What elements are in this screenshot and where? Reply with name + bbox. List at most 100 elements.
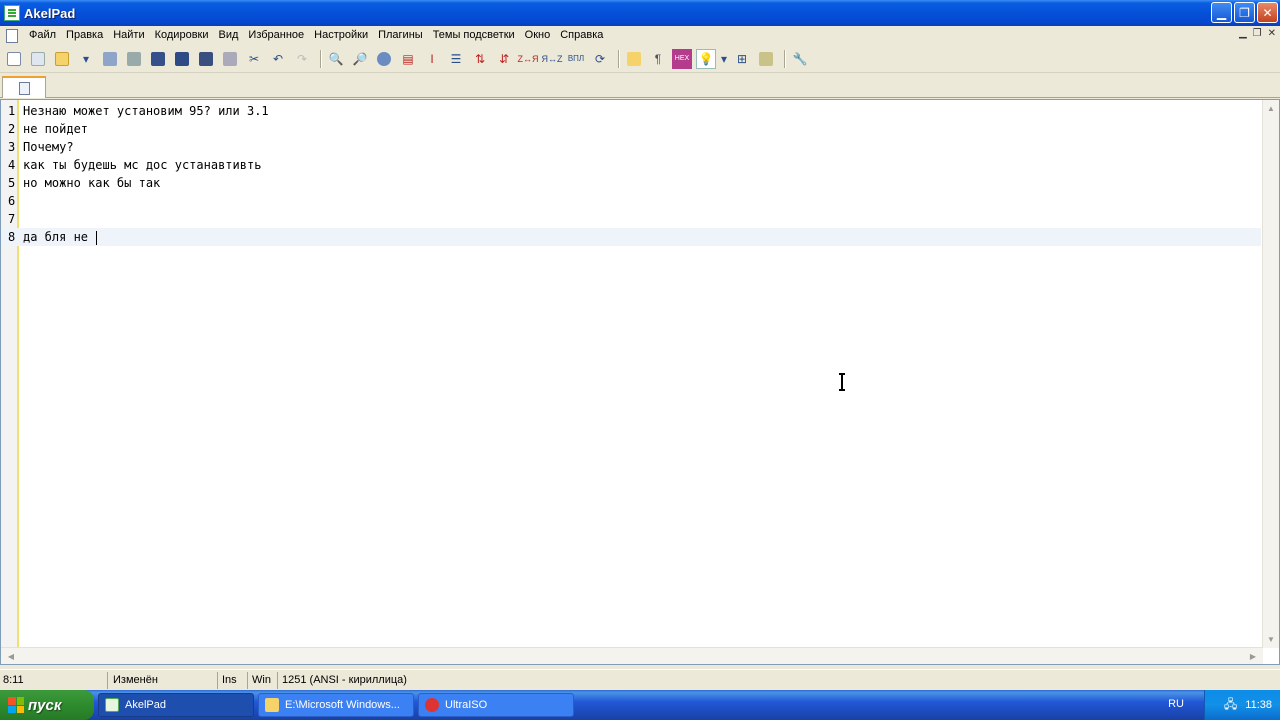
tab-document[interactable] bbox=[2, 76, 46, 98]
case-icon[interactable]: ☰ bbox=[446, 49, 466, 69]
akelpad-app-icon[interactable] bbox=[4, 5, 20, 21]
find-icon[interactable]: ↶ bbox=[268, 49, 288, 69]
encoding-icon[interactable]: ⇵ bbox=[494, 49, 514, 69]
undo-icon[interactable] bbox=[220, 49, 240, 69]
open-dir-icon[interactable]: Я↔Z bbox=[542, 49, 563, 69]
menu-plugins[interactable]: Плагины bbox=[373, 26, 428, 45]
line-text[interactable]: Незнаю может установим 95? или 3.1 bbox=[23, 102, 269, 120]
editor-line[interactable]: 1 Незнаю может установим 95? или 3.1 bbox=[1, 102, 1261, 120]
pilcrow-icon[interactable]: ВПЛ bbox=[566, 49, 586, 69]
vertical-scrollbar[interactable]: ▲ ▼ bbox=[1262, 100, 1279, 648]
editor-line[interactable]: 7 bbox=[1, 210, 1261, 228]
line-text-value: да бля не bbox=[23, 230, 96, 244]
task-label: UltraISO bbox=[445, 699, 488, 711]
copy-icon[interactable] bbox=[28, 49, 48, 69]
clipboard-icon[interactable] bbox=[756, 49, 776, 69]
folder-icon[interactable] bbox=[624, 49, 644, 69]
hex-icon[interactable]: ⟳ bbox=[590, 49, 610, 69]
title-bar[interactable]: AkelPad ▁ ❐ ✕ bbox=[0, 0, 1280, 26]
task-akelpad[interactable]: AkelPad bbox=[98, 693, 254, 717]
mdi-minimize-icon[interactable]: ▁ bbox=[1239, 28, 1247, 39]
menu-settings[interactable]: Настройки bbox=[309, 26, 373, 45]
open-folder-icon[interactable] bbox=[52, 49, 72, 69]
save-as-icon[interactable] bbox=[148, 49, 168, 69]
mdi-controls: ▁ ❐ ✕ bbox=[1239, 28, 1276, 39]
line-text[interactable]: как ты будешь мс дос устанавтивть bbox=[23, 156, 261, 174]
status-newline[interactable]: Win bbox=[248, 671, 278, 689]
dropdown-arrow-icon[interactable]: ▾ bbox=[720, 49, 728, 69]
task-ultraiso[interactable]: UltraISO bbox=[418, 693, 574, 717]
folder-task-icon bbox=[265, 698, 279, 712]
line-text[interactable]: Почему? bbox=[23, 138, 74, 156]
horizontal-scrollbar[interactable]: ◀ ▶ bbox=[1, 647, 1263, 664]
print-icon[interactable] bbox=[172, 49, 192, 69]
menu-encodings[interactable]: Кодировки bbox=[150, 26, 214, 45]
menu-edit[interactable]: Правка bbox=[61, 26, 108, 45]
task-explorer[interactable]: E:\Microsoft Windows... bbox=[258, 693, 414, 717]
redo-icon[interactable]: ✂ bbox=[244, 49, 264, 69]
line-text-current[interactable]: да бля не bbox=[23, 228, 98, 246]
status-bar: 8:11 Изменён Ins Win 1251 (ANSI - кирилл… bbox=[0, 669, 1280, 690]
mdi-restore-icon[interactable]: ❐ bbox=[1253, 28, 1262, 39]
status-modified: Изменён bbox=[108, 671, 218, 689]
sort-asc-icon[interactable]: ▤ bbox=[398, 49, 418, 69]
goto-icon[interactable]: 🔍 bbox=[326, 49, 346, 69]
settings-icon[interactable]: 🔧 bbox=[790, 49, 810, 69]
mouse-ibeam-cursor-icon bbox=[839, 373, 845, 391]
paragraph-icon[interactable]: ¶ bbox=[648, 49, 668, 69]
bulb-icon[interactable]: 💡 bbox=[696, 48, 716, 69]
menu-find[interactable]: Найти bbox=[108, 26, 149, 45]
editor-line[interactable]: 3 Почему? bbox=[1, 138, 1261, 156]
akelpad-task-icon bbox=[105, 698, 119, 712]
text-caret bbox=[96, 230, 98, 245]
menu-highlight-themes[interactable]: Темы подсветки bbox=[428, 26, 520, 45]
ultraiso-task-icon bbox=[425, 698, 439, 712]
line-text[interactable]: но можно как бы так bbox=[23, 174, 160, 192]
hex-view-icon[interactable]: HEX bbox=[672, 48, 692, 69]
insert-icon[interactable]: 🔎 bbox=[350, 49, 370, 69]
line-number: 8 bbox=[8, 230, 16, 244]
editor-line[interactable]: 4 как ты будешь мс дос устанавтивть bbox=[1, 156, 1261, 174]
wrap-icon[interactable]: Z↔Я bbox=[518, 49, 539, 69]
menu-favorites[interactable]: Избранное bbox=[243, 26, 309, 45]
menu-file[interactable]: Файл bbox=[24, 26, 61, 45]
editor-area[interactable]: 1 Незнаю может установим 95? или 3.1 2 н… bbox=[0, 99, 1280, 665]
scroll-up-icon[interactable]: ▲ bbox=[1263, 100, 1279, 117]
toolbar-separator-3 bbox=[784, 49, 786, 68]
document-menu-icon[interactable] bbox=[6, 28, 18, 43]
minimize-button[interactable]: ▁ bbox=[1211, 2, 1232, 23]
close-button[interactable]: ✕ bbox=[1257, 2, 1278, 23]
maximize-button[interactable]: ❐ bbox=[1234, 2, 1255, 23]
cut-icon[interactable] bbox=[196, 49, 216, 69]
start-button[interactable]: пуск bbox=[0, 690, 94, 720]
scroll-right-icon[interactable]: ▶ bbox=[1245, 648, 1261, 664]
sort-desc-icon[interactable]: I bbox=[422, 49, 442, 69]
list-icon[interactable] bbox=[374, 49, 394, 69]
editor-line[interactable]: 6 bbox=[1, 192, 1261, 210]
menu-view[interactable]: Вид bbox=[214, 26, 244, 45]
menu-window[interactable]: Окно bbox=[520, 26, 556, 45]
editor-line[interactable]: 5 но можно как бы так bbox=[1, 174, 1261, 192]
taskbar: пуск AkelPad E:\Microsoft Windows... Ult… bbox=[0, 690, 1280, 720]
new-file-icon[interactable] bbox=[4, 49, 24, 69]
save-icon[interactable] bbox=[100, 49, 120, 69]
case-swap-icon[interactable]: ⇅ bbox=[470, 49, 490, 69]
recent-files-icon[interactable]: ▾ bbox=[76, 49, 96, 69]
network-icon[interactable]: 🖧 bbox=[1224, 695, 1237, 716]
scroll-left-icon[interactable]: ◀ bbox=[3, 648, 19, 664]
system-tray: 🖧 11:38 bbox=[1204, 690, 1280, 720]
mdi-close-icon[interactable]: ✕ bbox=[1268, 28, 1276, 39]
split-icon[interactable]: ⊞ bbox=[732, 49, 752, 69]
save-all-icon[interactable] bbox=[124, 49, 144, 69]
editor-line-current[interactable]: 8 да бля не bbox=[1, 228, 1261, 246]
status-codepage[interactable]: 1251 (ANSI - кириллица) bbox=[278, 672, 478, 689]
clock[interactable]: 11:38 bbox=[1245, 699, 1272, 711]
line-text[interactable]: не пойдет bbox=[23, 120, 88, 138]
language-indicator[interactable]: RU bbox=[1168, 698, 1184, 710]
editor-line[interactable]: 2 не пойдет bbox=[1, 120, 1261, 138]
status-insert-mode[interactable]: Ins bbox=[218, 671, 248, 689]
replace-icon[interactable]: ↷ bbox=[292, 49, 312, 69]
line-number: 1 bbox=[8, 104, 16, 118]
scroll-down-icon[interactable]: ▼ bbox=[1263, 631, 1279, 648]
menu-help[interactable]: Справка bbox=[555, 26, 608, 45]
